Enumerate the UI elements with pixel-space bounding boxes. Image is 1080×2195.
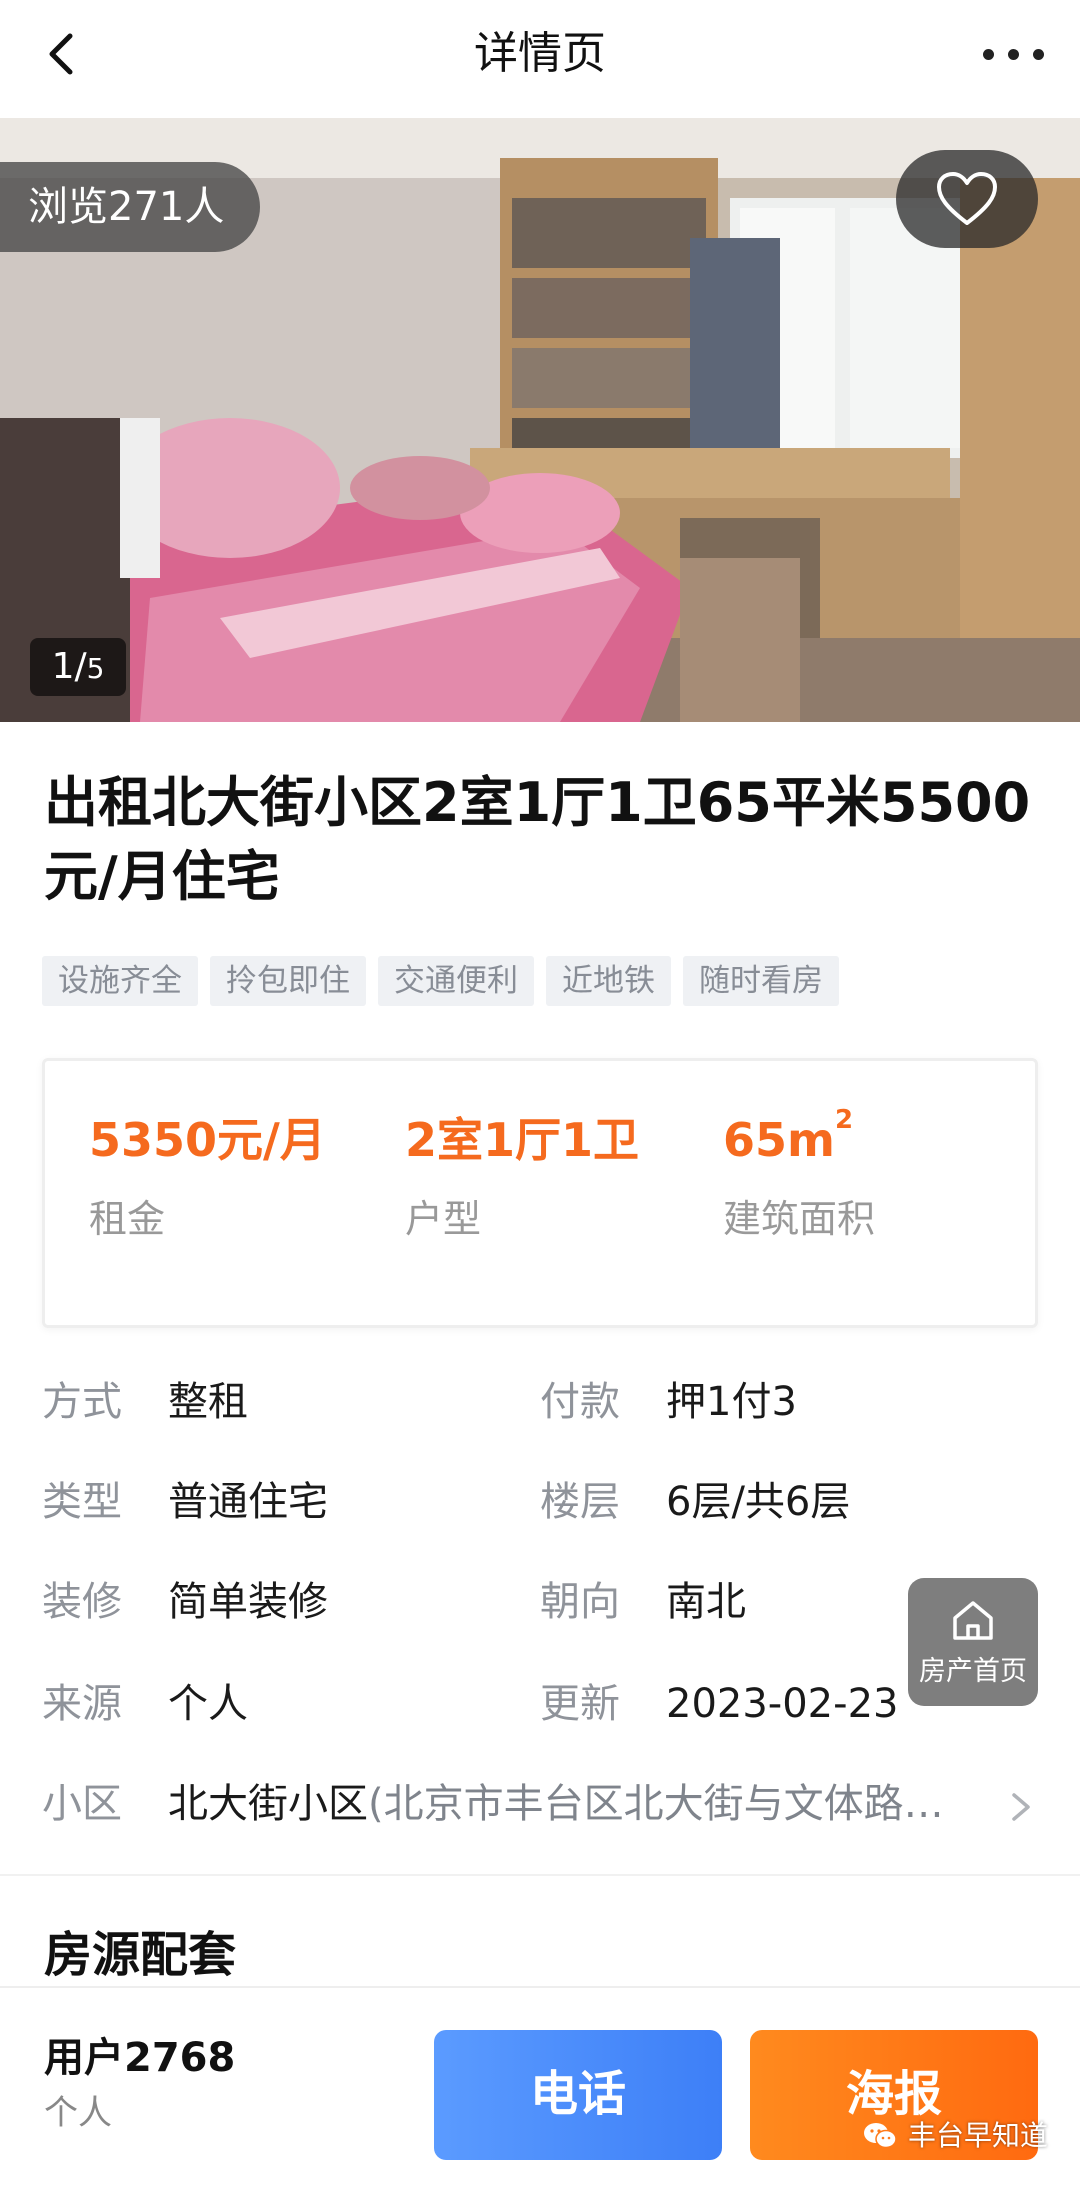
photo-index-total: 5 [86, 652, 105, 685]
chevron-right-icon[interactable] [1006, 1787, 1036, 1827]
listing-title: 出租北大街小区2室1厅1卫65平米5500元/月住宅 [44, 771, 1031, 908]
attr-payment-label: 付款 [540, 1379, 620, 1425]
more-options-icon[interactable] [968, 22, 1058, 86]
facilities-section-title: 房源配套 [44, 1927, 237, 1983]
attr-floor-value: 6层/共6层 [666, 1479, 851, 1525]
tag-item: 近地铁 [546, 956, 671, 1006]
attr-source-value: 个人 [168, 1681, 248, 1727]
attr-updated: 更新 2023-02-23 [540, 1674, 898, 1734]
attr-mode-value: 整租 [168, 1379, 248, 1425]
area-unit-superscript: 2 [834, 1105, 854, 1135]
attr-orientation-value: 南北 [666, 1579, 746, 1625]
tag-item: 拎包即住 [210, 956, 366, 1006]
area-value-wrap: 65m2 [723, 1105, 853, 1175]
community-address: (北京市丰台区北大街与文体路… [368, 1781, 944, 1827]
attr-type-label: 类型 [42, 1479, 122, 1525]
attr-decoration-value: 简单装修 [168, 1579, 328, 1625]
area-label: 建筑面积 [723, 1197, 876, 1241]
account-watermark: 丰台早知道 [862, 2116, 1048, 2156]
rent-label: 租金 [89, 1197, 166, 1241]
tag-item: 随时看房 [683, 956, 839, 1006]
key-info-card: 5350元/月 租金 2室1厅1卫 户型 65m2 建筑面积 [42, 1058, 1038, 1328]
attr-updated-value: 2023-02-23 [666, 1681, 899, 1727]
layout-value: 2室1厅1卫 [405, 1113, 640, 1167]
attr-type-value: 普通住宅 [168, 1479, 328, 1525]
property-home-button[interactable]: 房产首页 [908, 1578, 1038, 1706]
rent-value: 5350元/月 [89, 1113, 326, 1167]
attr-source-label: 来源 [42, 1681, 122, 1727]
area-value: 65m [723, 1113, 835, 1167]
layout-label: 户型 [405, 1197, 482, 1241]
attr-updated-label: 更新 [540, 1681, 620, 1727]
section-divider [0, 1874, 1080, 1876]
home-icon [953, 1601, 993, 1640]
attr-payment: 付款 押1付3 [540, 1372, 797, 1432]
community-name: 北大街小区 [168, 1781, 368, 1827]
publisher-type: 个人 [44, 2093, 112, 2133]
attr-orientation: 朝向 南北 [540, 1572, 746, 1632]
listing-photo[interactable]: 浏览271人 1/5 [0, 118, 1080, 722]
photo-index-current: 1/ [51, 646, 87, 687]
page-title: 详情页 [474, 28, 606, 79]
community-row[interactable]: 小区 北大街小区(北京市丰台区北大街与文体路… [42, 1774, 1002, 1834]
attr-payment-value: 押1付3 [666, 1379, 797, 1425]
attr-decoration: 装修 简单装修 [42, 1572, 328, 1632]
attr-source: 来源 个人 [42, 1674, 248, 1734]
tag-item: 交通便利 [378, 956, 534, 1006]
tag-item: 设施齐全 [42, 956, 198, 1006]
attr-floor: 楼层 6层/共6层 [540, 1472, 850, 1532]
attr-orientation-label: 朝向 [540, 1579, 620, 1625]
top-navigation-bar: 详情页 [0, 0, 1080, 118]
call-button[interactable]: 电话 [434, 2030, 722, 2160]
heart-icon [937, 172, 997, 225]
view-count-badge: 浏览271人 [0, 162, 261, 252]
attr-community-label: 小区 [42, 1781, 122, 1827]
attr-floor-label: 楼层 [540, 1479, 620, 1525]
attr-type: 类型 普通住宅 [42, 1472, 328, 1532]
attr-decoration-label: 装修 [42, 1579, 122, 1625]
favorite-button[interactable] [896, 150, 1038, 248]
watermark-text: 丰台早知道 [908, 2119, 1049, 2152]
feature-tags: 设施齐全 拎包即住 交通便利 近地铁 随时看房 [42, 956, 839, 1006]
attr-mode-label: 方式 [42, 1379, 122, 1425]
bottom-action-bar: 用户2768 个人 电话 海报 丰台早知道 [0, 1986, 1080, 2195]
wechat-icon [864, 2123, 897, 2149]
publisher-name: 用户2768 [44, 2035, 236, 2081]
attr-mode: 方式 整租 [42, 1372, 248, 1432]
photo-index-counter: 1/5 [30, 638, 126, 696]
property-home-label: 房产首页 [919, 1656, 1027, 1687]
